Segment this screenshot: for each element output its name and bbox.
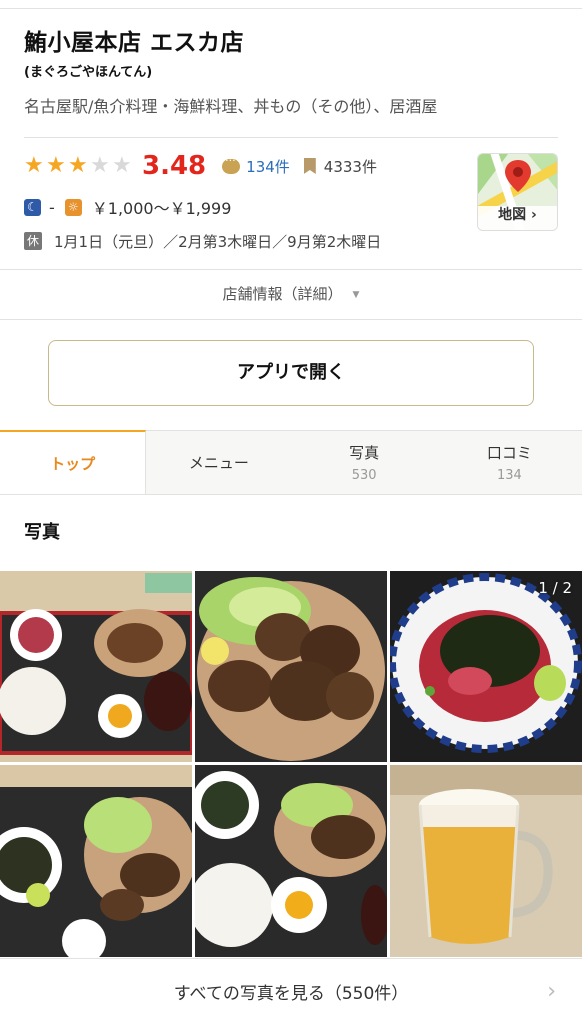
photo-thumbnail[interactable] — [390, 765, 582, 957]
store-info-toggle[interactable]: 店舗情報（詳細） ▼ — [0, 282, 582, 307]
photo-section-title: 写真 — [24, 522, 60, 543]
tab-menu[interactable]: メニュー — [146, 430, 292, 494]
rating-score: 3.48 — [142, 151, 207, 181]
photo-thumbnail[interactable]: 1 / 2 — [390, 571, 582, 762]
star-icon: ★ — [90, 153, 110, 178]
chevron-down-icon: ▼ — [352, 289, 360, 300]
tab-photos[interactable]: 写真 530 — [291, 430, 437, 494]
star-icon: ★ — [46, 153, 66, 178]
bookmark-count: 4333件 — [323, 157, 377, 176]
map-label: 地図 › — [498, 207, 537, 223]
price-row: ☾ - ☼ ￥1,000～￥1,999 — [24, 195, 231, 219]
map-button[interactable]: 地図 › — [477, 153, 558, 231]
star-icon: ★ — [24, 153, 44, 178]
photo-thumbnail[interactable] — [195, 571, 387, 762]
chevron-right-icon: › — [547, 979, 556, 1004]
bookmark-icon — [303, 158, 316, 174]
shop-name: 鮪小屋本店 エスカ店 — [24, 30, 245, 56]
photo-thumbnail[interactable] — [0, 571, 192, 762]
dinner-price: - — [49, 197, 55, 217]
tab-reviews[interactable]: 口コミ 134 — [436, 430, 582, 494]
lunch-price: ￥1,000～￥1,999 — [91, 199, 232, 218]
see-all-photos-link[interactable]: すべての写真を見る（550件） › — [0, 958, 582, 1024]
see-all-label: すべての写真を見る（550件） — [173, 984, 409, 1004]
rating-row: ★ ★ ★ ★ ★ 3.48 134件 4333件 — [24, 148, 377, 184]
review-bubble-icon — [222, 154, 241, 174]
moon-icon: ☾ — [24, 198, 41, 216]
tab-label: メニュー — [188, 454, 249, 472]
photo-thumbnail[interactable] — [0, 765, 192, 957]
top-divider — [0, 8, 582, 9]
photo-counter: 1 / 2 — [538, 579, 572, 597]
tab-bar: トップ メニュー 写真 530 口コミ 134 — [0, 430, 582, 495]
holiday-text: 1月1日（元旦）／2月第3木曜日／9月第2木曜日 — [54, 232, 382, 251]
review-count-link[interactable]: 134件 — [246, 156, 290, 177]
header-divider — [24, 137, 558, 138]
tab-label: トップ — [50, 454, 96, 473]
tab-label: 口コミ — [486, 444, 532, 462]
section-divider — [0, 269, 582, 270]
rating-stars: ★ ★ ★ ★ ★ — [24, 155, 134, 177]
shop-header: 鮪小屋本店 エスカ店 (まぐろごやほんてん) 名古屋駅/魚介料理・海鮮料理、丼も… — [0, 22, 582, 118]
star-icon: ★ — [68, 153, 88, 178]
star-icon: ★ — [112, 153, 132, 178]
tab-top[interactable]: トップ — [0, 430, 147, 494]
holiday-row: 休 1月1日（元旦）／2月第3木曜日／9月第2木曜日 — [24, 229, 381, 253]
open-app-button[interactable]: アプリで開く — [48, 340, 534, 406]
shop-genre: 名古屋駅/魚介料理・海鮮料理、丼もの（その他）、居酒屋 — [24, 97, 438, 116]
tab-count: 530 — [351, 468, 377, 483]
section-divider — [0, 319, 582, 320]
tab-count: 134 — [496, 468, 522, 483]
photo-thumbnail[interactable] — [195, 765, 387, 957]
sun-icon: ☼ — [64, 198, 82, 216]
tab-label: 写真 — [349, 444, 380, 462]
holiday-icon: 休 — [24, 232, 42, 250]
photo-grid: 1 / 2 — [0, 571, 582, 957]
shop-kana: (まぐろごやほんてん) — [24, 65, 153, 80]
store-info-label: 店舗情報（詳細） — [222, 285, 343, 303]
